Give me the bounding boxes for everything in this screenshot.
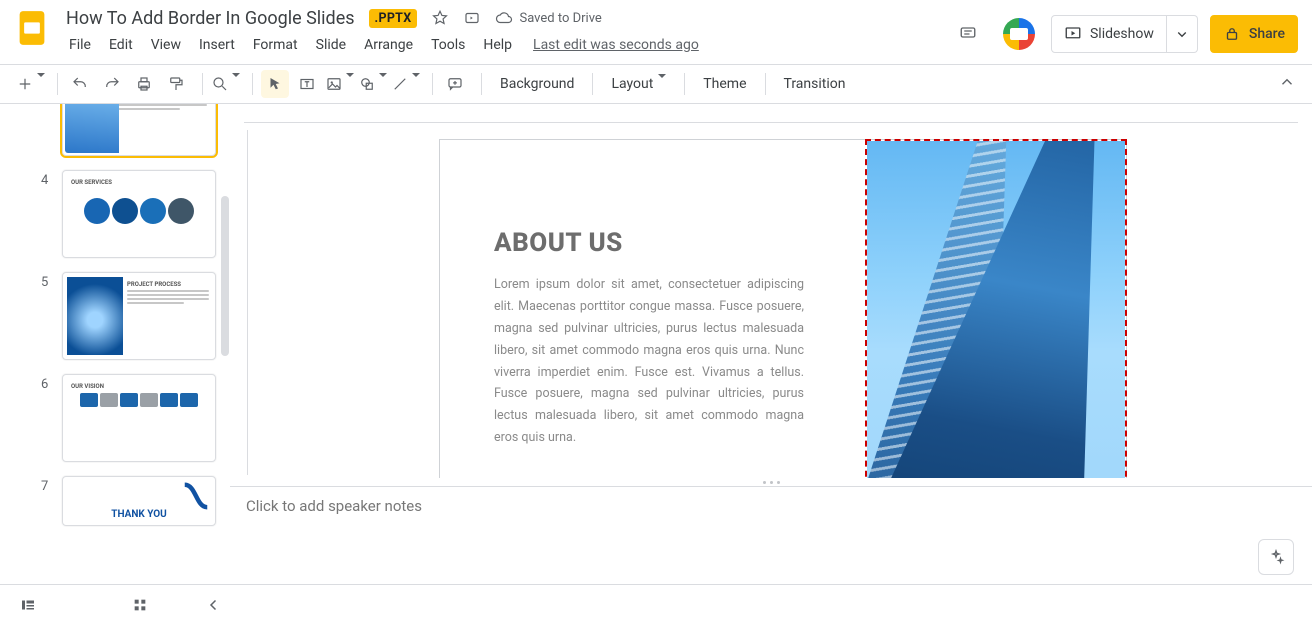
toolbar: Background Layout Theme Transition <box>0 64 1312 104</box>
current-slide[interactable]: ABOUT US Lorem ipsum dolor sit amet, con… <box>440 140 1126 478</box>
star-icon[interactable] <box>431 9 449 27</box>
menu-edit[interactable]: Edit <box>100 33 142 57</box>
slideshow-button[interactable]: Slideshow <box>1051 15 1167 53</box>
explore-button[interactable] <box>1258 539 1294 575</box>
slide-number: 6 <box>41 377 48 392</box>
paint-format-button[interactable] <box>162 70 190 98</box>
cloud-status[interactable]: Saved to Drive <box>495 9 601 27</box>
slide-image-with-border[interactable] <box>865 139 1127 478</box>
move-icon[interactable] <box>463 9 481 27</box>
textbox-tool[interactable] <box>293 70 321 98</box>
slide-number: 4 <box>41 173 48 188</box>
last-edit-link[interactable]: Last edit was seconds ago <box>533 37 699 53</box>
slide-number: 5 <box>41 275 48 290</box>
menu-insert[interactable]: Insert <box>190 33 244 57</box>
slide-thumb[interactable]: 5 PROJECT PROCESS <box>62 272 216 360</box>
menu-format[interactable]: Format <box>244 33 307 57</box>
slide-thumb[interactable]: 6 OUR VISION <box>62 374 216 462</box>
print-button[interactable] <box>130 70 158 98</box>
filmstrip-view-icon[interactable] <box>12 589 44 621</box>
comments-icon[interactable] <box>949 16 987 52</box>
slideshow-dropdown[interactable] <box>1167 15 1198 53</box>
thumbnail-scrollbar[interactable] <box>220 196 230 585</box>
document-title[interactable]: How To Add Border In Google Slides <box>60 7 361 30</box>
slide-number: 7 <box>41 479 48 494</box>
footer-bar <box>0 584 1312 625</box>
slideshow-label: Slideshow <box>1090 26 1154 42</box>
speaker-notes[interactable]: Click to add speaker notes <box>230 486 1312 585</box>
select-tool[interactable] <box>261 70 289 98</box>
slide-canvas[interactable]: ABOUT US Lorem ipsum dolor sit amet, con… <box>230 126 1312 478</box>
comment-tool[interactable] <box>441 70 469 98</box>
collapse-filmstrip-icon[interactable] <box>198 589 230 621</box>
collapse-toolbar-icon[interactable] <box>1278 73 1296 95</box>
background-button[interactable]: Background <box>490 70 584 98</box>
meet-button[interactable] <box>999 14 1039 54</box>
image-tool[interactable] <box>325 70 354 98</box>
share-label: Share <box>1249 26 1285 42</box>
transition-button[interactable]: Transition <box>774 70 856 98</box>
undo-button[interactable] <box>66 70 94 98</box>
menu-tools[interactable]: Tools <box>422 33 474 57</box>
menu-arrange[interactable]: Arrange <box>355 33 422 57</box>
layout-button[interactable]: Layout <box>601 70 676 98</box>
zoom-button[interactable] <box>211 70 240 98</box>
line-tool[interactable] <box>391 70 420 98</box>
thumbnail-panel: 3 ABOUT US 4 OUR SERVICES 5 <box>0 104 230 585</box>
share-button[interactable]: Share <box>1210 15 1298 53</box>
menu-view[interactable]: View <box>142 33 190 57</box>
grid-view-icon[interactable] <box>124 589 156 621</box>
notes-resize-handle[interactable] <box>230 478 1312 486</box>
redo-button[interactable] <box>98 70 126 98</box>
menu-help[interactable]: Help <box>474 33 521 57</box>
menu-slide[interactable]: Slide <box>307 33 355 57</box>
horizontal-ruler[interactable] <box>244 108 1298 126</box>
new-slide-button[interactable] <box>16 70 45 98</box>
shape-tool[interactable] <box>358 70 387 98</box>
slide-thumb[interactable]: 4 OUR SERVICES <box>62 170 216 258</box>
menu-file[interactable]: File <box>60 33 100 57</box>
file-type-badge: .PPTX <box>369 9 418 28</box>
slide-body-text[interactable]: Lorem ipsum dolor sit amet, consectetuer… <box>440 268 804 449</box>
slides-app-icon[interactable] <box>14 6 50 50</box>
slide-thumb[interactable]: 7 THANK YOU <box>62 476 216 526</box>
slide-thumb[interactable]: 3 ABOUT US <box>62 104 216 156</box>
cloud-status-text: Saved to Drive <box>519 11 601 26</box>
theme-button[interactable]: Theme <box>693 70 756 98</box>
